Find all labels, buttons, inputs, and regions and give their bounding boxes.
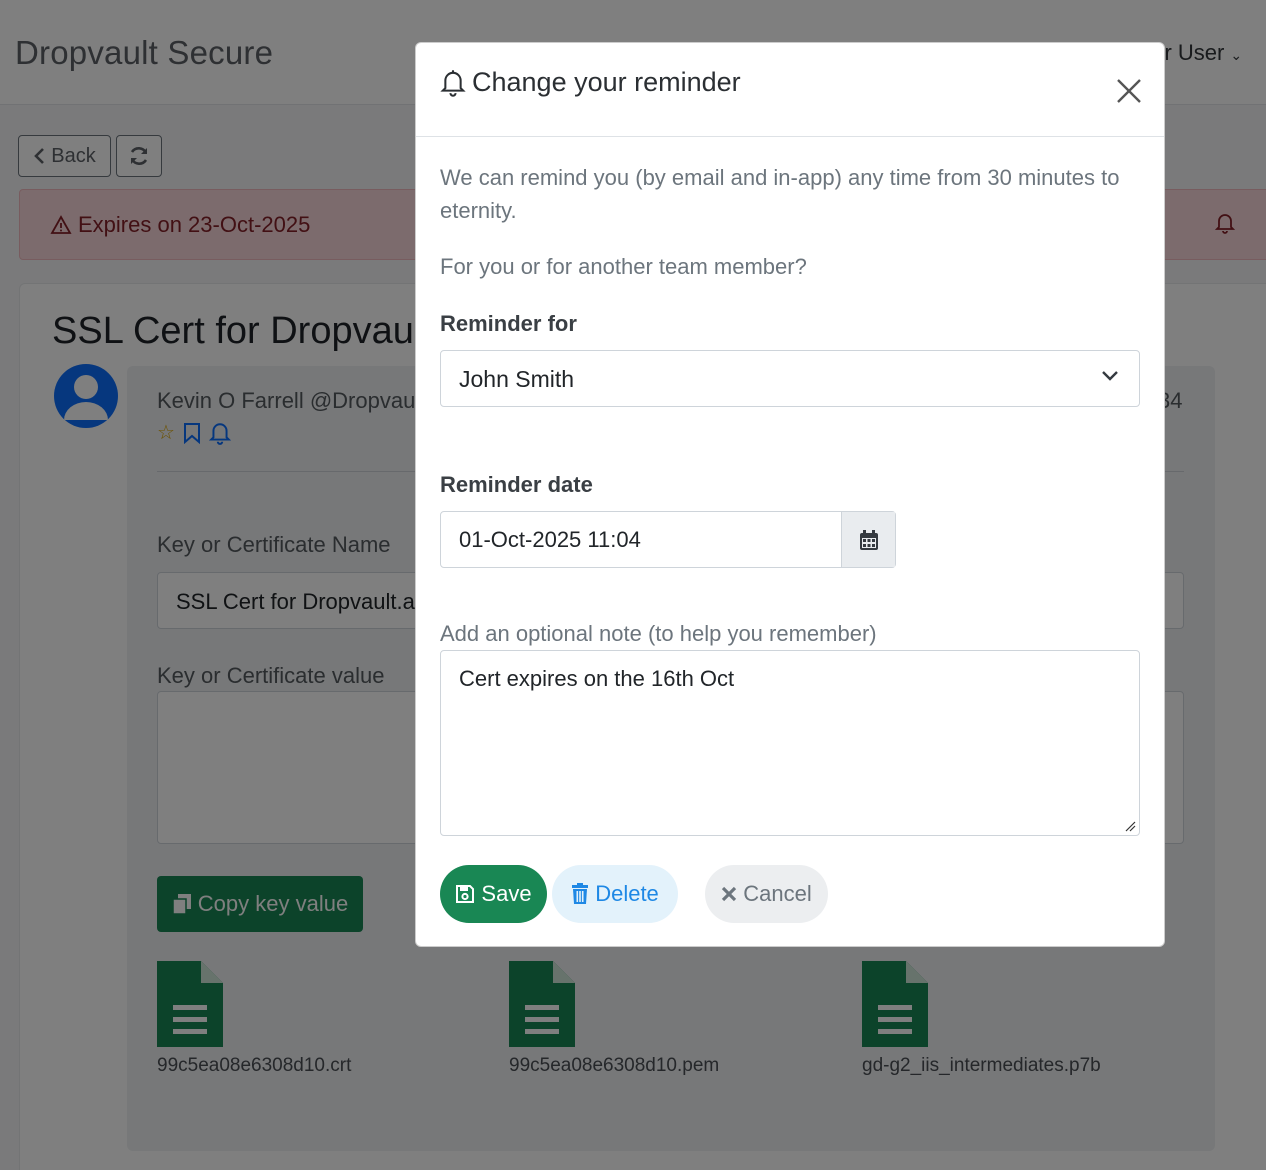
note-label: Add an optional note (to help you rememb… bbox=[440, 621, 877, 646]
resize-handle-icon[interactable] bbox=[1124, 820, 1136, 832]
modal-header: Change your reminder bbox=[416, 43, 1164, 137]
bell-icon bbox=[440, 69, 466, 97]
delete-button[interactable]: Delete bbox=[552, 865, 678, 923]
reminder-for-value: John Smith bbox=[459, 366, 575, 392]
modal-title: Change your reminder bbox=[440, 67, 741, 98]
note-textarea[interactable]: Cert expires on the 16th Oct bbox=[440, 650, 1140, 836]
save-icon bbox=[456, 885, 475, 903]
modal-intro: We can remind you (by email and in-app) … bbox=[440, 165, 1120, 223]
cancel-label: Cancel bbox=[743, 881, 812, 906]
modal-title-text: Change your reminder bbox=[472, 67, 741, 97]
reminder-date-input[interactable]: 01-Oct-2025 11:04 bbox=[441, 512, 841, 567]
trash-icon bbox=[572, 883, 589, 904]
reminder-for-select[interactable]: John Smith bbox=[440, 350, 1140, 407]
delete-label: Delete bbox=[595, 881, 659, 906]
reminder-date-group: 01-Oct-2025 11:04 bbox=[440, 511, 896, 568]
modal-question: For you or for another team member? bbox=[440, 254, 807, 279]
reminder-for-label: Reminder for bbox=[440, 311, 577, 336]
cancel-button[interactable]: Cancel bbox=[705, 865, 828, 923]
save-button[interactable]: Save bbox=[440, 865, 547, 923]
chevron-down-icon bbox=[1102, 371, 1118, 381]
close-icon[interactable] bbox=[1114, 76, 1144, 106]
reminder-modal: Change your reminder We can remind you (… bbox=[415, 42, 1165, 947]
calendar-button[interactable] bbox=[841, 512, 895, 567]
note-value: Cert expires on the 16th Oct bbox=[459, 666, 735, 691]
save-label: Save bbox=[481, 881, 532, 906]
reminder-date-label: Reminder date bbox=[440, 472, 593, 497]
x-icon bbox=[722, 886, 737, 902]
calendar-icon bbox=[859, 529, 878, 550]
